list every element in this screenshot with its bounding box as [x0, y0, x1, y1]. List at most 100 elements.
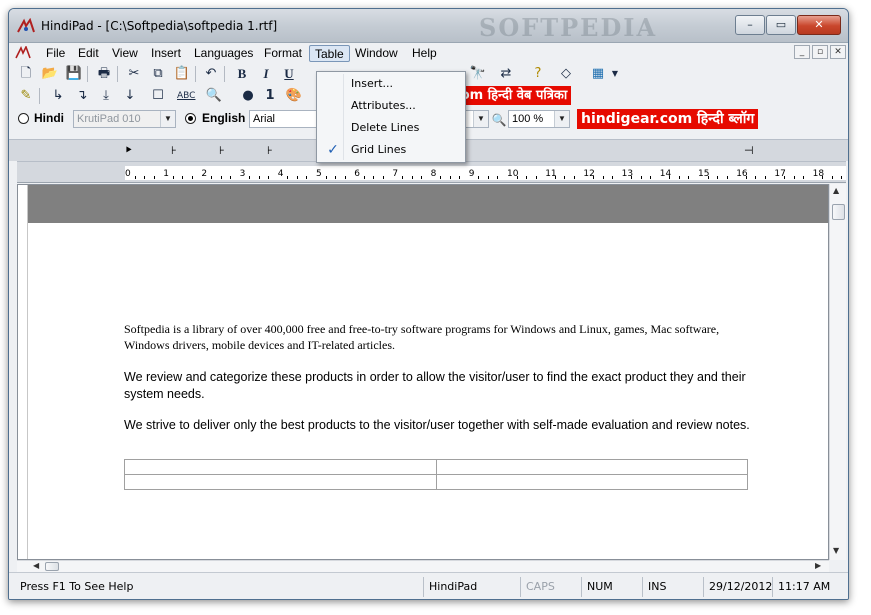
bullet-button[interactable]: ●	[239, 87, 257, 105]
horizontal-scrollbar[interactable]: ◀ ▶	[17, 560, 829, 572]
ruler-label: 8	[430, 169, 437, 179]
vertical-scrollbar[interactable]: ▲ ▼	[829, 184, 846, 560]
hindigear-blog-banner[interactable]: hindigear.com हिन्दी ब्लॉग	[577, 109, 759, 129]
numbering-button[interactable]: 1	[261, 87, 279, 105]
align-down-right-icon[interactable]: ↴	[73, 87, 91, 105]
menu-edit[interactable]: Edit	[73, 45, 104, 62]
chevron-down-icon[interactable]: ▼	[473, 111, 488, 127]
tab-stop-left-icon[interactable]: ⊦	[171, 144, 177, 157]
horizontal-scroll-thumb[interactable]	[45, 562, 59, 571]
title-bar[interactable]: HindiPad - [C:\Softpedia\softpedia 1.rtf…	[9, 9, 848, 43]
document-paragraph-3[interactable]: We strive to deliver only the best produ…	[124, 417, 754, 434]
scroll-right-icon[interactable]: ▶	[815, 561, 821, 570]
print-preview-icon[interactable]: 🔍	[205, 87, 223, 105]
english-radio[interactable]	[185, 113, 196, 124]
menu-file[interactable]: File	[41, 45, 70, 62]
mdi-close-button[interactable]: ✕	[830, 45, 846, 59]
horizontal-ruler[interactable]: 012345678910111213141516171819	[17, 161, 846, 183]
menu-format[interactable]: Format	[259, 45, 307, 62]
print-icon[interactable]: 🖶	[95, 65, 113, 83]
minimize-button[interactable]: –	[735, 15, 765, 35]
table-cell[interactable]	[124, 459, 437, 475]
arrow-down-icon[interactable]: ↓	[121, 87, 139, 105]
page-left-margin	[18, 185, 28, 559]
ruler-tick	[678, 176, 680, 179]
table-menu-attributes[interactable]: Attributes...	[319, 96, 463, 116]
table-cell[interactable]	[435, 459, 748, 475]
table-cell[interactable]	[124, 474, 437, 490]
menu-window[interactable]: Window	[350, 45, 403, 62]
table-grid-icon[interactable]: ▦	[589, 65, 607, 83]
table-menu-grid-lines[interactable]: ✓ Grid Lines	[319, 140, 463, 160]
mdi-restore-button[interactable]: ▫	[812, 45, 828, 59]
menu-help[interactable]: Help	[407, 45, 442, 62]
indent-down-icon[interactable]: ⤓	[97, 87, 115, 105]
scroll-down-icon[interactable]: ▼	[833, 546, 839, 555]
maximize-button[interactable]: ▭	[766, 15, 796, 35]
undo-icon[interactable]: ↶	[202, 65, 220, 83]
table-menu-delete-lines[interactable]: Delete Lines	[319, 118, 463, 138]
menu-table[interactable]: Table	[309, 45, 350, 62]
tab-stop-center-icon[interactable]: ⯈	[124, 144, 133, 158]
tab-stop-right-icon[interactable]: ⊣	[744, 144, 754, 157]
table-menu-insert[interactable]: Insert...	[319, 74, 463, 94]
document-editor[interactable]: Softpedia is a library of over 400,000 f…	[17, 184, 829, 560]
minimize-icon: –	[747, 18, 753, 31]
highlight-pen-icon[interactable]: ✎	[17, 87, 35, 105]
scroll-up-icon[interactable]: ▲	[833, 186, 839, 195]
menu-view[interactable]: View	[107, 45, 143, 62]
ruler-tick	[459, 176, 461, 179]
ruler-tick	[230, 176, 232, 179]
document-table[interactable]	[124, 459, 748, 490]
hindi-magazine-banner-text: com हिन्दी वेब पत्रिका	[453, 88, 568, 103]
chevron-down-icon[interactable]: ▼	[554, 111, 569, 127]
scroll-left-icon[interactable]: ◀	[33, 561, 39, 570]
cut-icon[interactable]: ✂	[125, 65, 143, 83]
menu-languages[interactable]: Languages	[189, 45, 258, 62]
mdi-minimize-button[interactable]: _	[794, 45, 810, 59]
hindi-magazine-banner[interactable]: com हिन्दी वेब पत्रिका	[449, 86, 572, 105]
mdi-minimize-icon: _	[799, 47, 805, 57]
ruler-tick	[153, 176, 155, 179]
table-cell[interactable]	[435, 474, 748, 490]
replace-icon[interactable]: ⇄	[497, 65, 515, 83]
binoculars-find-icon[interactable]: 🔭	[469, 65, 487, 83]
color-palette-icon[interactable]: 🎨	[285, 87, 303, 105]
toolbar-separator	[195, 66, 196, 82]
chevron-down-icon[interactable]: ▼	[160, 111, 175, 127]
ruler-tick	[822, 176, 824, 179]
help-question-icon[interactable]: ?	[529, 65, 547, 83]
tab-stop-left-icon[interactable]: ⊦	[219, 144, 225, 157]
tab-stop-left-icon[interactable]: ⊦	[267, 144, 273, 157]
copy-icon[interactable]: ⧉	[149, 65, 167, 83]
hindi-radio[interactable]	[18, 113, 29, 124]
hindi-font-select[interactable]: KrutiPad 010 ▼	[73, 110, 176, 128]
new-file-icon[interactable]: 🗋	[17, 65, 35, 83]
table-dropdown-icon[interactable]: ▼	[606, 65, 624, 83]
menu-insert[interactable]: Insert	[146, 45, 186, 62]
hindipad-app-icon[interactable]	[17, 18, 35, 34]
open-folder-icon[interactable]: 📂	[41, 65, 59, 83]
hindigear-blog-banner-text: hindigear.com हिन्दी ब्लॉग	[581, 111, 755, 127]
save-icon[interactable]: 💾	[65, 65, 83, 83]
document-paragraph-2[interactable]: We review and categorize these products …	[124, 369, 754, 403]
border-box-icon[interactable]: ☐	[149, 87, 167, 105]
toolbar-separator	[87, 66, 88, 82]
italic-button[interactable]: I	[257, 65, 275, 83]
document-icon[interactable]	[15, 46, 31, 60]
ruler-tick	[306, 176, 308, 179]
document-paragraph-1[interactable]: Softpedia is a library of over 400,000 f…	[124, 321, 754, 353]
vertical-scroll-thumb[interactable]	[832, 204, 845, 220]
paste-icon[interactable]: 📋	[173, 65, 191, 83]
zoom-select[interactable]: 100 % ▼	[508, 110, 570, 128]
ruler-tick	[382, 176, 384, 179]
ruler-tick	[535, 176, 537, 179]
align-down-left-icon[interactable]: ↳	[49, 87, 67, 105]
close-button[interactable]: ✕	[797, 15, 841, 35]
maximize-icon: ▭	[775, 18, 787, 31]
eraser-icon[interactable]: ◇	[557, 65, 575, 83]
underline-button[interactable]: U	[280, 65, 298, 83]
spellcheck-button[interactable]: ABC	[177, 87, 195, 105]
table-row	[124, 459, 748, 475]
bold-button[interactable]: B	[233, 65, 251, 83]
